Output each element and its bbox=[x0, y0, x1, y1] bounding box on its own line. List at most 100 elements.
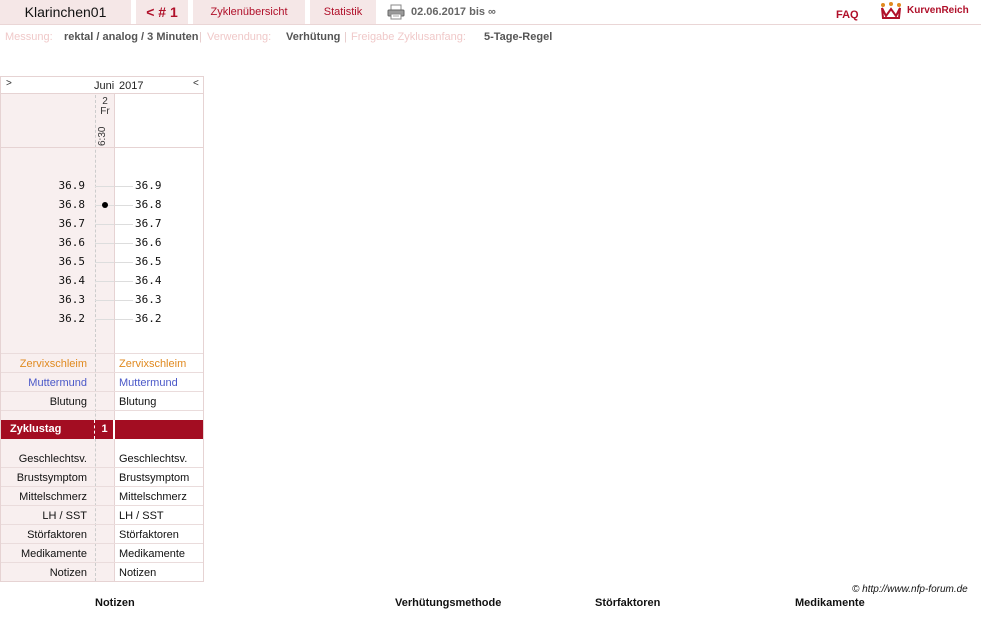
cycle-day-separator bbox=[113, 420, 115, 439]
row-entry[interactable]: LH / SST bbox=[119, 510, 164, 522]
chart-year: 2017 bbox=[119, 80, 144, 92]
chart-next-button[interactable]: > bbox=[6, 78, 12, 89]
temp-label-right: 36.7 bbox=[135, 217, 162, 230]
row-entry[interactable]: Notizen bbox=[119, 567, 156, 579]
row-label: Notizen bbox=[49, 567, 87, 579]
row-divider bbox=[1, 524, 203, 525]
cycle-start-rule-label: Freigabe Zyklusanfang: bbox=[351, 31, 466, 43]
temp-label-right: 36.6 bbox=[135, 236, 162, 249]
row-entry[interactable]: Geschlechtsv. bbox=[119, 453, 187, 465]
faq-link[interactable]: FAQ bbox=[836, 9, 859, 21]
row-label: LH / SST bbox=[42, 510, 87, 522]
row-label: Muttermund bbox=[28, 377, 87, 389]
medications-heading: Medikamente bbox=[795, 597, 865, 609]
brand-name[interactable]: KurvenReich bbox=[907, 5, 969, 16]
temp-label-left: 36.6 bbox=[58, 236, 86, 249]
prev-cycle-label: < # 1 bbox=[146, 4, 178, 20]
temp-gridline bbox=[95, 186, 114, 187]
tab-statistics-label: Statistik bbox=[323, 6, 363, 18]
temp-gridline bbox=[115, 319, 133, 320]
row-divider bbox=[1, 543, 203, 544]
info-separator: | bbox=[199, 31, 202, 43]
temperature-point[interactable] bbox=[102, 202, 108, 208]
temp-gridline bbox=[115, 224, 133, 225]
disturbances-heading: Störfaktoren bbox=[595, 597, 661, 609]
weekday: Fr bbox=[100, 106, 110, 117]
temp-label-left: 36.7 bbox=[58, 217, 86, 230]
date-range: 02.06.2017 bis ∞ bbox=[411, 6, 496, 18]
copyright[interactable]: © http://www.nfp-forum.de bbox=[852, 584, 968, 595]
chart-month-header: > Juni 2017 < bbox=[1, 77, 203, 94]
info-separator: | bbox=[344, 31, 347, 43]
temp-label-left: 36.3 bbox=[58, 293, 86, 306]
row-divider bbox=[1, 353, 203, 354]
contraception-heading: Verhütungsmethode bbox=[395, 597, 502, 609]
temp-label-left: 36.4 bbox=[58, 274, 86, 287]
temp-label-right: 36.8 bbox=[135, 198, 162, 211]
row-divider bbox=[1, 505, 203, 506]
row-divider bbox=[1, 391, 203, 392]
chart-month: Juni bbox=[94, 80, 115, 92]
row-label: Mittelschmerz bbox=[19, 491, 87, 503]
row-entry[interactable]: Brustsymptom bbox=[119, 472, 189, 484]
temp-label-left: 36.8 bbox=[58, 198, 86, 211]
cycle-start-rule-value: 5-Tage-Regel bbox=[484, 31, 553, 43]
tab-cycle-overview-label: Zyklenübersicht bbox=[210, 6, 288, 18]
notes-heading: Notizen bbox=[95, 597, 135, 609]
tab-cycle-overview[interactable]: Zyklenübersicht bbox=[193, 0, 305, 24]
row-label: Zervixschleim bbox=[19, 358, 87, 370]
cycle-chart: > Juni 2017 < 2 Fr 6:30 36.9 36.9 36.8 36.8… bbox=[0, 76, 204, 582]
row-divider bbox=[1, 372, 203, 373]
row-label: Geschlechtsv. bbox=[18, 453, 87, 465]
measurement-label: Messung: bbox=[5, 31, 53, 43]
temp-gridline bbox=[95, 243, 114, 244]
temp-label-left: 36.2 bbox=[58, 312, 86, 325]
usage-label: Verwendung: bbox=[207, 31, 272, 43]
temp-label-right: 36.3 bbox=[135, 293, 162, 306]
row-entry[interactable]: Störfaktoren bbox=[119, 529, 179, 541]
row-entry[interactable]: Blutung bbox=[119, 396, 156, 408]
usage-value: Verhütung bbox=[286, 31, 341, 43]
row-entry[interactable]: Mittelschmerz bbox=[119, 491, 187, 503]
crown-logo-icon[interactable] bbox=[880, 2, 902, 20]
temp-gridline bbox=[115, 186, 133, 187]
header-divider bbox=[0, 24, 981, 25]
temp-gridline bbox=[95, 300, 114, 301]
day-header[interactable]: 2 Fr bbox=[96, 97, 114, 117]
temp-gridline bbox=[95, 262, 114, 263]
measurement-value: rektal / analog / 3 Minuten bbox=[64, 31, 199, 43]
printer-icon[interactable] bbox=[387, 4, 405, 20]
chart-prev-button[interactable]: < bbox=[193, 78, 199, 89]
row-label: Störfaktoren bbox=[27, 529, 87, 541]
row-entry[interactable]: Zervixschleim bbox=[119, 358, 186, 370]
chart-separator bbox=[1, 147, 203, 148]
temp-label-right: 36.4 bbox=[135, 274, 162, 287]
temp-label-left: 36.9 bbox=[58, 179, 86, 192]
temp-gridline bbox=[115, 205, 133, 206]
temp-gridline bbox=[115, 281, 133, 282]
tab-statistics[interactable]: Statistik bbox=[310, 0, 376, 24]
prev-cycle-button[interactable]: < # 1 bbox=[136, 0, 188, 24]
cycle-day-label: Zyklustag bbox=[10, 423, 62, 435]
cycle-day-row: Zyklustag 1 bbox=[1, 420, 203, 439]
temp-label-right: 36.5 bbox=[135, 255, 162, 268]
row-divider bbox=[1, 410, 203, 411]
temp-gridline bbox=[95, 319, 114, 320]
temp-gridline bbox=[115, 262, 133, 263]
row-divider bbox=[1, 467, 203, 468]
user-tab[interactable]: Klarinchen01 bbox=[0, 0, 131, 24]
cycle-day-value: 1 bbox=[101, 423, 108, 435]
row-entry[interactable]: Muttermund bbox=[119, 377, 178, 389]
temp-label-right: 36.9 bbox=[135, 179, 162, 192]
row-entry[interactable]: Medikamente bbox=[119, 548, 185, 560]
row-divider bbox=[1, 486, 203, 487]
temp-gridline bbox=[95, 281, 114, 282]
row-label: Brustsymptom bbox=[16, 472, 87, 484]
row-label: Blutung bbox=[49, 396, 87, 408]
row-label: Medikamente bbox=[20, 548, 87, 560]
temp-gridline bbox=[115, 300, 133, 301]
temp-label-right: 36.2 bbox=[135, 312, 162, 325]
username: Klarinchen01 bbox=[24, 4, 107, 20]
temp-label-left: 36.5 bbox=[58, 255, 86, 268]
row-divider bbox=[1, 562, 203, 563]
